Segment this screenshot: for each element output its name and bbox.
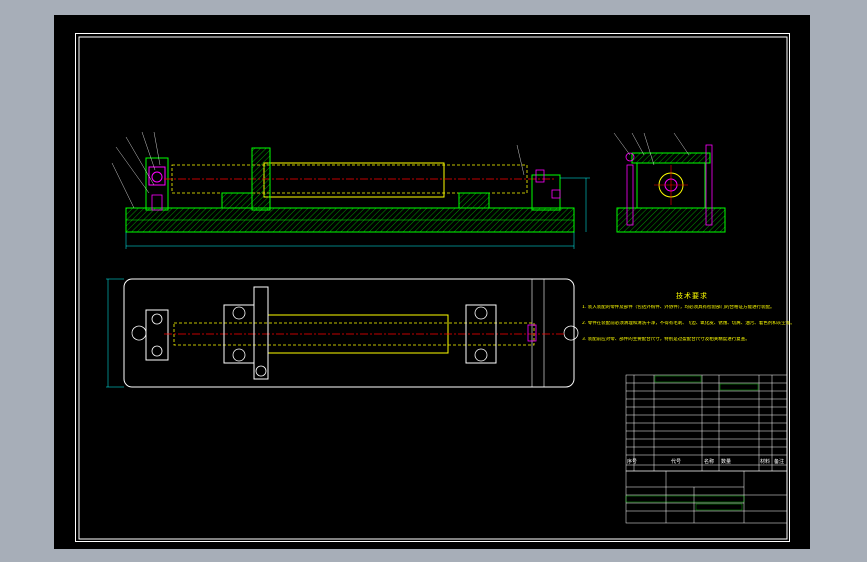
tb-header-code: 代号 [671, 459, 682, 465]
tb-header-index: 序号 [627, 459, 638, 465]
tb-header-qty: 数量 [721, 459, 732, 465]
assembly-drawing [78, 36, 788, 540]
roller [263, 162, 445, 198]
technical-requirements-title: 技术要求 [676, 292, 708, 300]
title-block [625, 374, 788, 524]
cad-viewport[interactable]: 技术要求 1. 装入装配的零件及部件（包括外购件、外协件），均必须具有检验部门的… [54, 15, 810, 549]
tb-header-remark: 备注 [774, 459, 785, 465]
tb-header-name: 名称 [704, 459, 715, 465]
technical-requirement-1: 1. 装入装配的零件及部件（包括外购件、外协件），均必须具有检验部门的合格证方能… [582, 305, 775, 310]
front-view [111, 131, 590, 249]
top-view [106, 278, 579, 388]
title-block-fill [625, 375, 759, 511]
tb-header-material: 材料 [760, 459, 771, 465]
technical-requirement-3: 3. 装配前应对零、部件的主要配合尺寸，特别是过盈配合尺寸及相关精度进行复查。 [582, 337, 750, 342]
v-block-left [251, 147, 271, 211]
side-view [613, 132, 726, 233]
base-outline [123, 278, 575, 388]
technical-requirement-2: 2. 零件在装配前必须清理和清洗干净，不得有毛刺、飞边、氧化皮、锈蚀、切屑、油污… [582, 321, 792, 326]
